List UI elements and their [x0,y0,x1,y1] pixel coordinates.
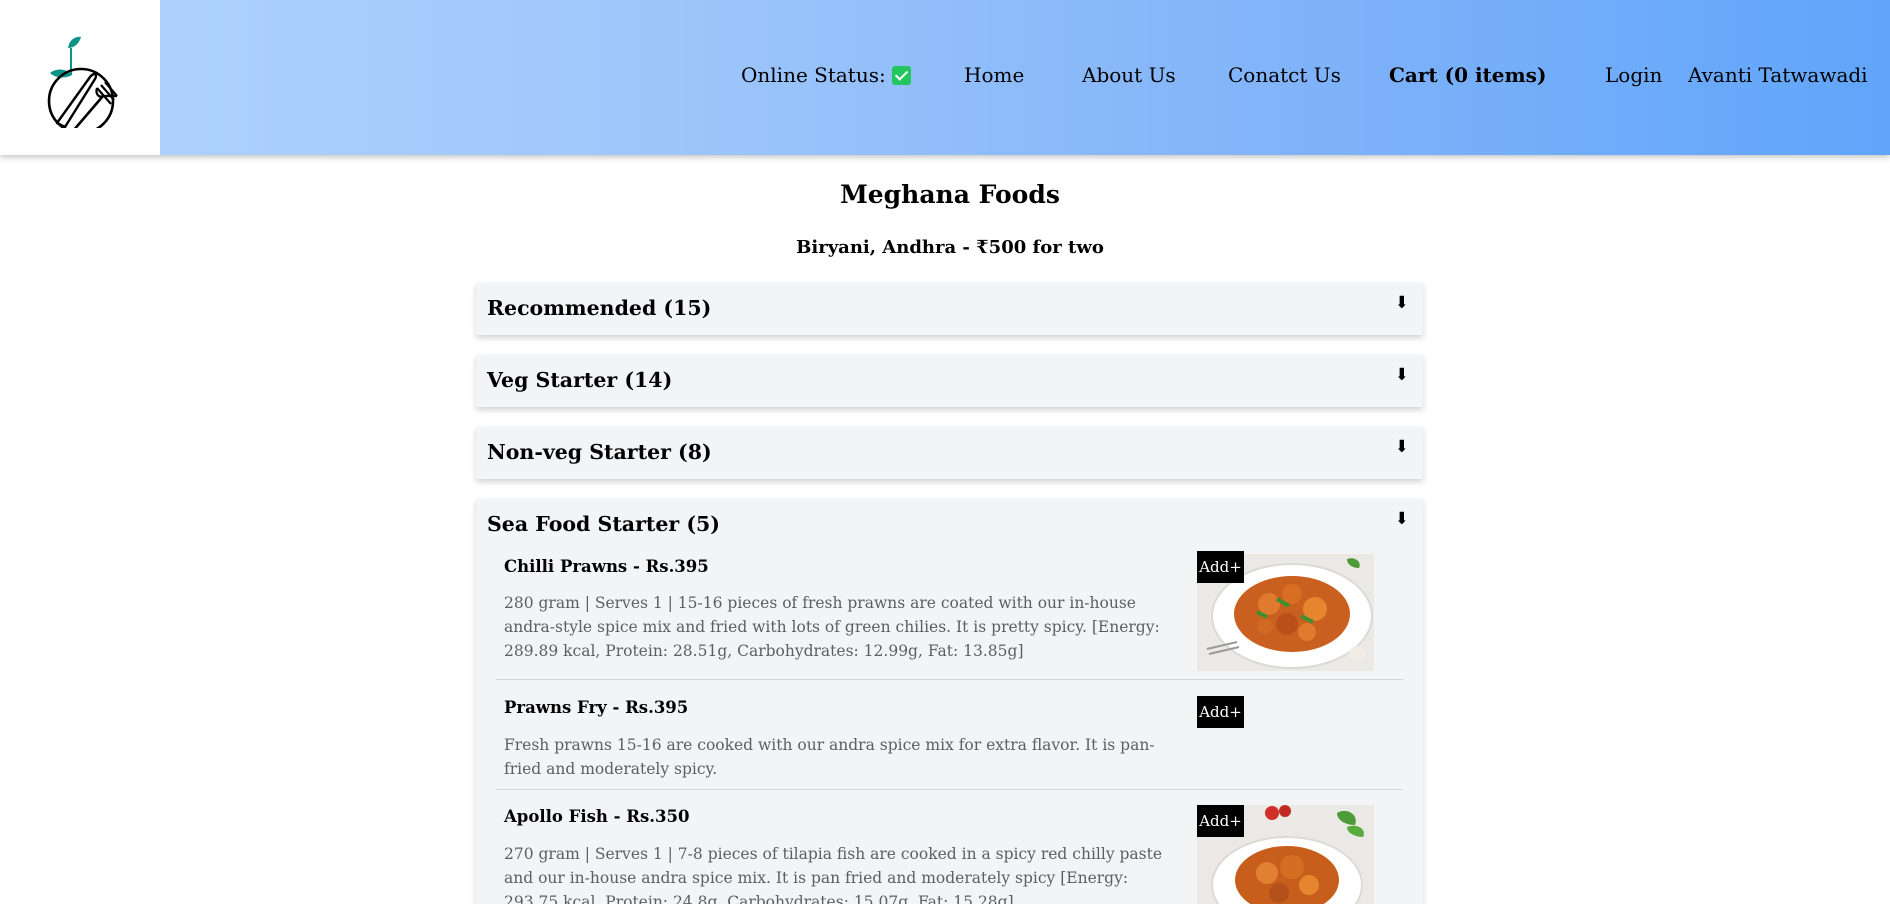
restaurant-info: Biryani, Andhra - ₹500 for two [796,237,1104,258]
check-icon [891,66,911,85]
add-to-cart-button[interactable]: Add+ [1197,805,1244,837]
item-description: 270 gram | Serves 1 | 7-8 pieces of tila… [504,845,1163,904]
menu-item: Apollo Fish - Rs.350 270 gram | Serves 1… [496,790,1403,904]
arrow-down-icon[interactable]: ⬇ [1395,509,1409,529]
add-to-cart-button[interactable]: Add+ [1197,551,1244,583]
nav-contact-link[interactable]: Conatct Us [1228,62,1341,88]
category-header[interactable]: Veg Starter (14) ⬇ [476,355,1423,407]
nav-cart-link[interactable]: Cart (0 items) [1389,62,1546,88]
item-description: Fresh prawns 15-16 are cooked with our a… [504,736,1155,778]
category-title: Non-veg Starter (8) [487,440,712,464]
header-bar: Online Status: Home About Us Conatct Us … [0,0,1890,155]
nav-about-link[interactable]: About Us [1082,62,1176,88]
menu-item: Chilli Prawns - Rs.395 280 gram | Serves… [496,551,1403,680]
category-recommended: Recommended (15) ⬇ [476,283,1423,335]
arrow-down-icon[interactable]: ⬇ [1395,293,1409,313]
user-name: Avanti Tatwawadi [1688,63,1868,87]
login-button[interactable]: Login [1605,62,1662,88]
item-name: Apollo Fish - Rs.350 [504,807,690,826]
category-title: Veg Starter (14) [487,368,673,392]
category-header[interactable]: Non-veg Starter (8) ⬇ [476,427,1423,479]
item-description: 280 gram | Serves 1 | 15-16 pieces of fr… [504,594,1160,660]
category-title: Sea Food Starter (5) [487,512,720,536]
add-to-cart-button[interactable]: Add+ [1197,696,1244,728]
item-name: Prawns Fry - Rs.395 [504,698,689,717]
menu-item: Prawns Fry - Rs.395 Fresh prawns 15-16 a… [496,680,1403,790]
category-header[interactable]: Sea Food Starter (5) ⬇ [476,499,1423,551]
category-seafood-starter: Sea Food Starter (5) ⬇ Chilli Prawns - R… [476,499,1423,904]
category-veg-starter: Veg Starter (14) ⬇ [476,355,1423,407]
arrow-down-icon[interactable]: ⬇ [1395,365,1409,385]
online-status-label: Online Status: [741,63,886,87]
category-title: Recommended (15) [487,296,712,320]
category-nonveg-starter: Non-veg Starter (8) ⬇ [476,427,1423,479]
restaurant-name: Meghana Foods [840,180,1060,209]
main-nav: Online Status: Home About Us Conatct Us … [0,0,1890,150]
item-name: Chilli Prawns - Rs.395 [504,557,709,576]
arrow-down-icon[interactable]: ⬇ [1395,437,1409,457]
category-header[interactable]: Recommended (15) ⬇ [476,283,1423,335]
online-status: Online Status: [741,62,911,88]
nav-home-link[interactable]: Home [964,62,1024,88]
